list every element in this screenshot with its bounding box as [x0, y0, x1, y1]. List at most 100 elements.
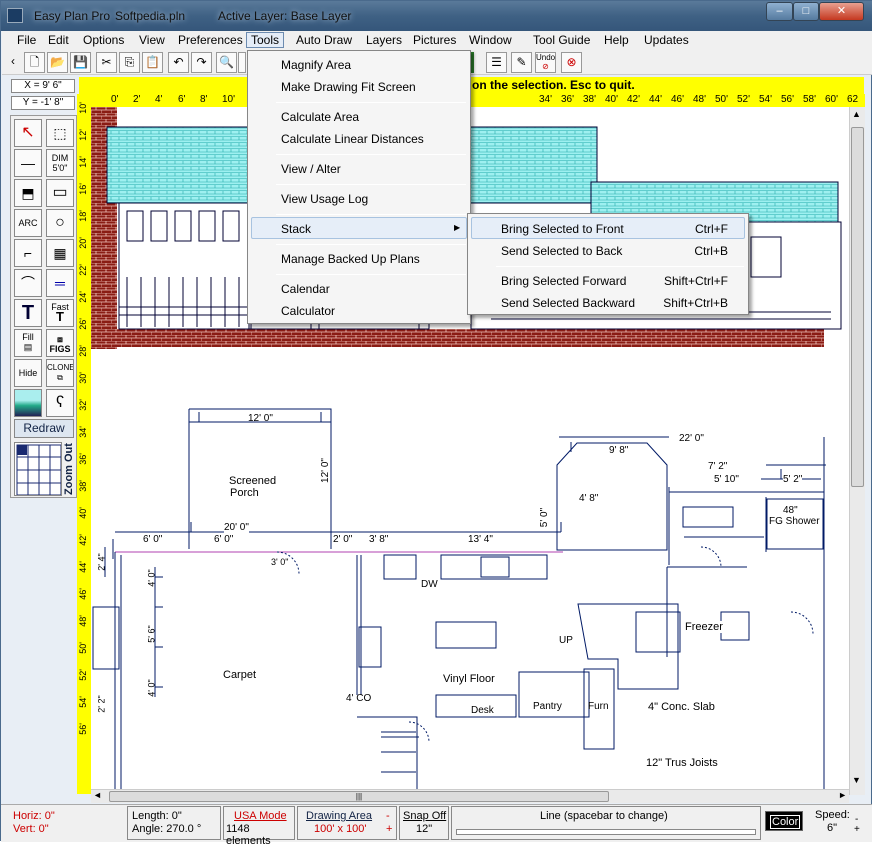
redraw-button[interactable]: Redraw: [14, 419, 74, 438]
hide-tool-button[interactable]: Hide: [14, 359, 42, 387]
grid-tool-icon[interactable]: ▦: [46, 239, 74, 267]
rectangle-tool-icon[interactable]: ▭: [46, 179, 74, 207]
menu-item-usage-log[interactable]: View Usage Log: [281, 192, 368, 206]
undo-icon[interactable]: ↶: [168, 52, 189, 73]
menu-item-magnify-area[interactable]: Magnify Area: [281, 58, 351, 72]
menu-item-calendar[interactable]: Calendar: [281, 282, 330, 296]
menu-updates[interactable]: Updates: [642, 33, 691, 47]
label-dw: DW: [421, 579, 438, 590]
menu-window[interactable]: Window: [467, 33, 514, 47]
pencil-icon[interactable]: ✎: [511, 52, 532, 73]
area-plus-button[interactable]: +: [386, 823, 392, 835]
dim-tool-button[interactable]: DIM 5'0": [46, 149, 74, 177]
dim-22: 22' 0": [679, 433, 704, 444]
menu-auto-draw[interactable]: Auto Draw: [294, 33, 354, 47]
dim-5-6: 5' 6": [146, 625, 157, 643]
label-vinyl-floor: Vinyl Floor: [443, 673, 495, 685]
color-button[interactable]: Color: [765, 811, 803, 831]
submenu-send-to-back[interactable]: Send Selected to Back: [501, 244, 622, 258]
scroll-up-icon[interactable]: ▲: [852, 109, 861, 119]
menu-options[interactable]: Options: [81, 33, 126, 47]
ruler-left-tick-label: 48': [78, 615, 88, 627]
lines-icon[interactable]: ☰: [486, 52, 507, 73]
ruler-left-tick-label: 16': [78, 183, 88, 195]
zoom-partial-icon[interactable]: [238, 52, 246, 73]
door-tool-icon[interactable]: ⌒: [14, 269, 42, 297]
ruler-top-tick-label: 42': [627, 94, 641, 105]
menu-item-backed-up-plans[interactable]: Manage Backed Up Plans: [281, 252, 420, 266]
window-tool-icon[interactable]: ═: [46, 269, 74, 297]
redo-icon[interactable]: ↷: [191, 52, 212, 73]
ruler-left-tick-label: 30': [78, 372, 88, 384]
curve-tool-icon[interactable]: ʕ: [46, 389, 74, 417]
fast-text-button[interactable]: Fast T: [46, 299, 74, 327]
menu-pictures[interactable]: Pictures: [411, 33, 458, 47]
submenu-send-backward[interactable]: Send Selected Backward: [501, 296, 635, 310]
zoom-out-label[interactable]: Zoom Out: [63, 442, 77, 496]
toolbar-scroll-left-icon[interactable]: ‹: [8, 52, 18, 73]
wall-tool-icon[interactable]: ⌐: [14, 239, 42, 267]
horizontal-scroll-thumb[interactable]: |||: [109, 791, 609, 802]
scroll-left-icon[interactable]: ◄: [93, 790, 102, 800]
ruler-top-tick-label: 62: [847, 94, 859, 105]
text-tool-icon[interactable]: T: [14, 299, 42, 327]
scroll-down-icon[interactable]: ▼: [852, 775, 861, 785]
snap-off-button[interactable]: Snap Off: [403, 810, 446, 822]
figs-tool-button[interactable]: ⧈ FIGS: [46, 329, 74, 357]
paste-icon[interactable]: 📋: [142, 52, 163, 73]
submenu-bring-forward[interactable]: Bring Selected Forward: [501, 274, 626, 288]
vertical-scroll-thumb[interactable]: [851, 127, 864, 487]
ruler-top-tick-label: 58': [803, 94, 817, 105]
scroll-right-icon[interactable]: ►: [838, 790, 847, 800]
cut-icon[interactable]: ✂: [96, 52, 117, 73]
menu-item-calculate-linear[interactable]: Calculate Linear Distances: [281, 132, 424, 146]
close-button[interactable]: ✕: [819, 2, 864, 21]
usa-mode-button[interactable]: USA Mode: [234, 810, 287, 822]
label-up: UP: [559, 635, 573, 646]
new-file-icon[interactable]: 🗋: [24, 52, 45, 73]
speed-plus-button[interactable]: +: [854, 824, 860, 836]
menu-preferences[interactable]: Preferences: [176, 33, 245, 47]
menu-item-view-alter[interactable]: View / Alter: [281, 162, 341, 176]
menu-tool-guide[interactable]: Tool Guide: [531, 33, 592, 47]
menu-tools[interactable]: Tools: [246, 32, 285, 48]
stop-icon[interactable]: ⊗: [561, 52, 582, 73]
picture-tool-icon[interactable]: [14, 389, 42, 417]
menu-item-calculate-area[interactable]: Calculate Area: [281, 110, 359, 124]
zoom-grid[interactable]: [14, 442, 62, 496]
select-box-icon[interactable]: ⬚: [46, 119, 74, 147]
label-porch: Porch: [230, 487, 259, 499]
area-minus-button[interactable]: -: [386, 810, 390, 822]
save-icon[interactable]: 💾: [70, 52, 91, 73]
maximize-button[interactable]: □: [793, 2, 819, 21]
menu-item-stack[interactable]: Stack: [281, 222, 311, 236]
circle-tool-icon[interactable]: ○: [46, 209, 74, 237]
menu-layers[interactable]: Layers: [364, 33, 404, 47]
menu-file[interactable]: File: [15, 33, 38, 47]
menu-item-calculator[interactable]: Calculator: [281, 304, 335, 318]
line-style-preview[interactable]: [456, 829, 756, 835]
copy-icon[interactable]: ⎘: [119, 52, 140, 73]
label-slab: 4" Conc. Slab: [648, 701, 715, 713]
menu-view[interactable]: View: [137, 33, 167, 47]
ruler-left-tick-label: 40': [78, 507, 88, 519]
minimize-button[interactable]: –: [766, 2, 793, 21]
undo-button[interactable]: Undo ⊘: [535, 52, 556, 73]
vertical-scrollbar[interactable]: ▲ ▼: [849, 107, 865, 795]
open-folder-icon[interactable]: 📂: [47, 52, 68, 73]
horizontal-scrollbar[interactable]: ◄ ||| ►: [91, 789, 849, 803]
submenu-bring-to-front[interactable]: Bring Selected to Front: [501, 222, 624, 236]
magnify-icon[interactable]: 🔍: [216, 52, 237, 73]
polygon-tool-icon[interactable]: ⬒: [14, 179, 42, 207]
fill-tool-button[interactable]: Fill ▤: [14, 329, 42, 357]
menu-edit[interactable]: Edit: [46, 33, 71, 47]
app-icon[interactable]: [7, 8, 23, 23]
drawing-area-button[interactable]: Drawing Area: [306, 810, 372, 822]
menu-item-fit-screen[interactable]: Make Drawing Fit Screen: [281, 80, 416, 94]
arc-tool-button[interactable]: ARC: [14, 209, 42, 237]
line-tool-icon[interactable]: —: [14, 149, 42, 177]
dim-5-2: 5' 2": [783, 474, 803, 485]
menu-help[interactable]: Help: [602, 33, 631, 47]
select-arrow-icon[interactable]: ↖: [14, 119, 42, 147]
clone-tool-button[interactable]: CLONE ⧉: [46, 359, 74, 387]
